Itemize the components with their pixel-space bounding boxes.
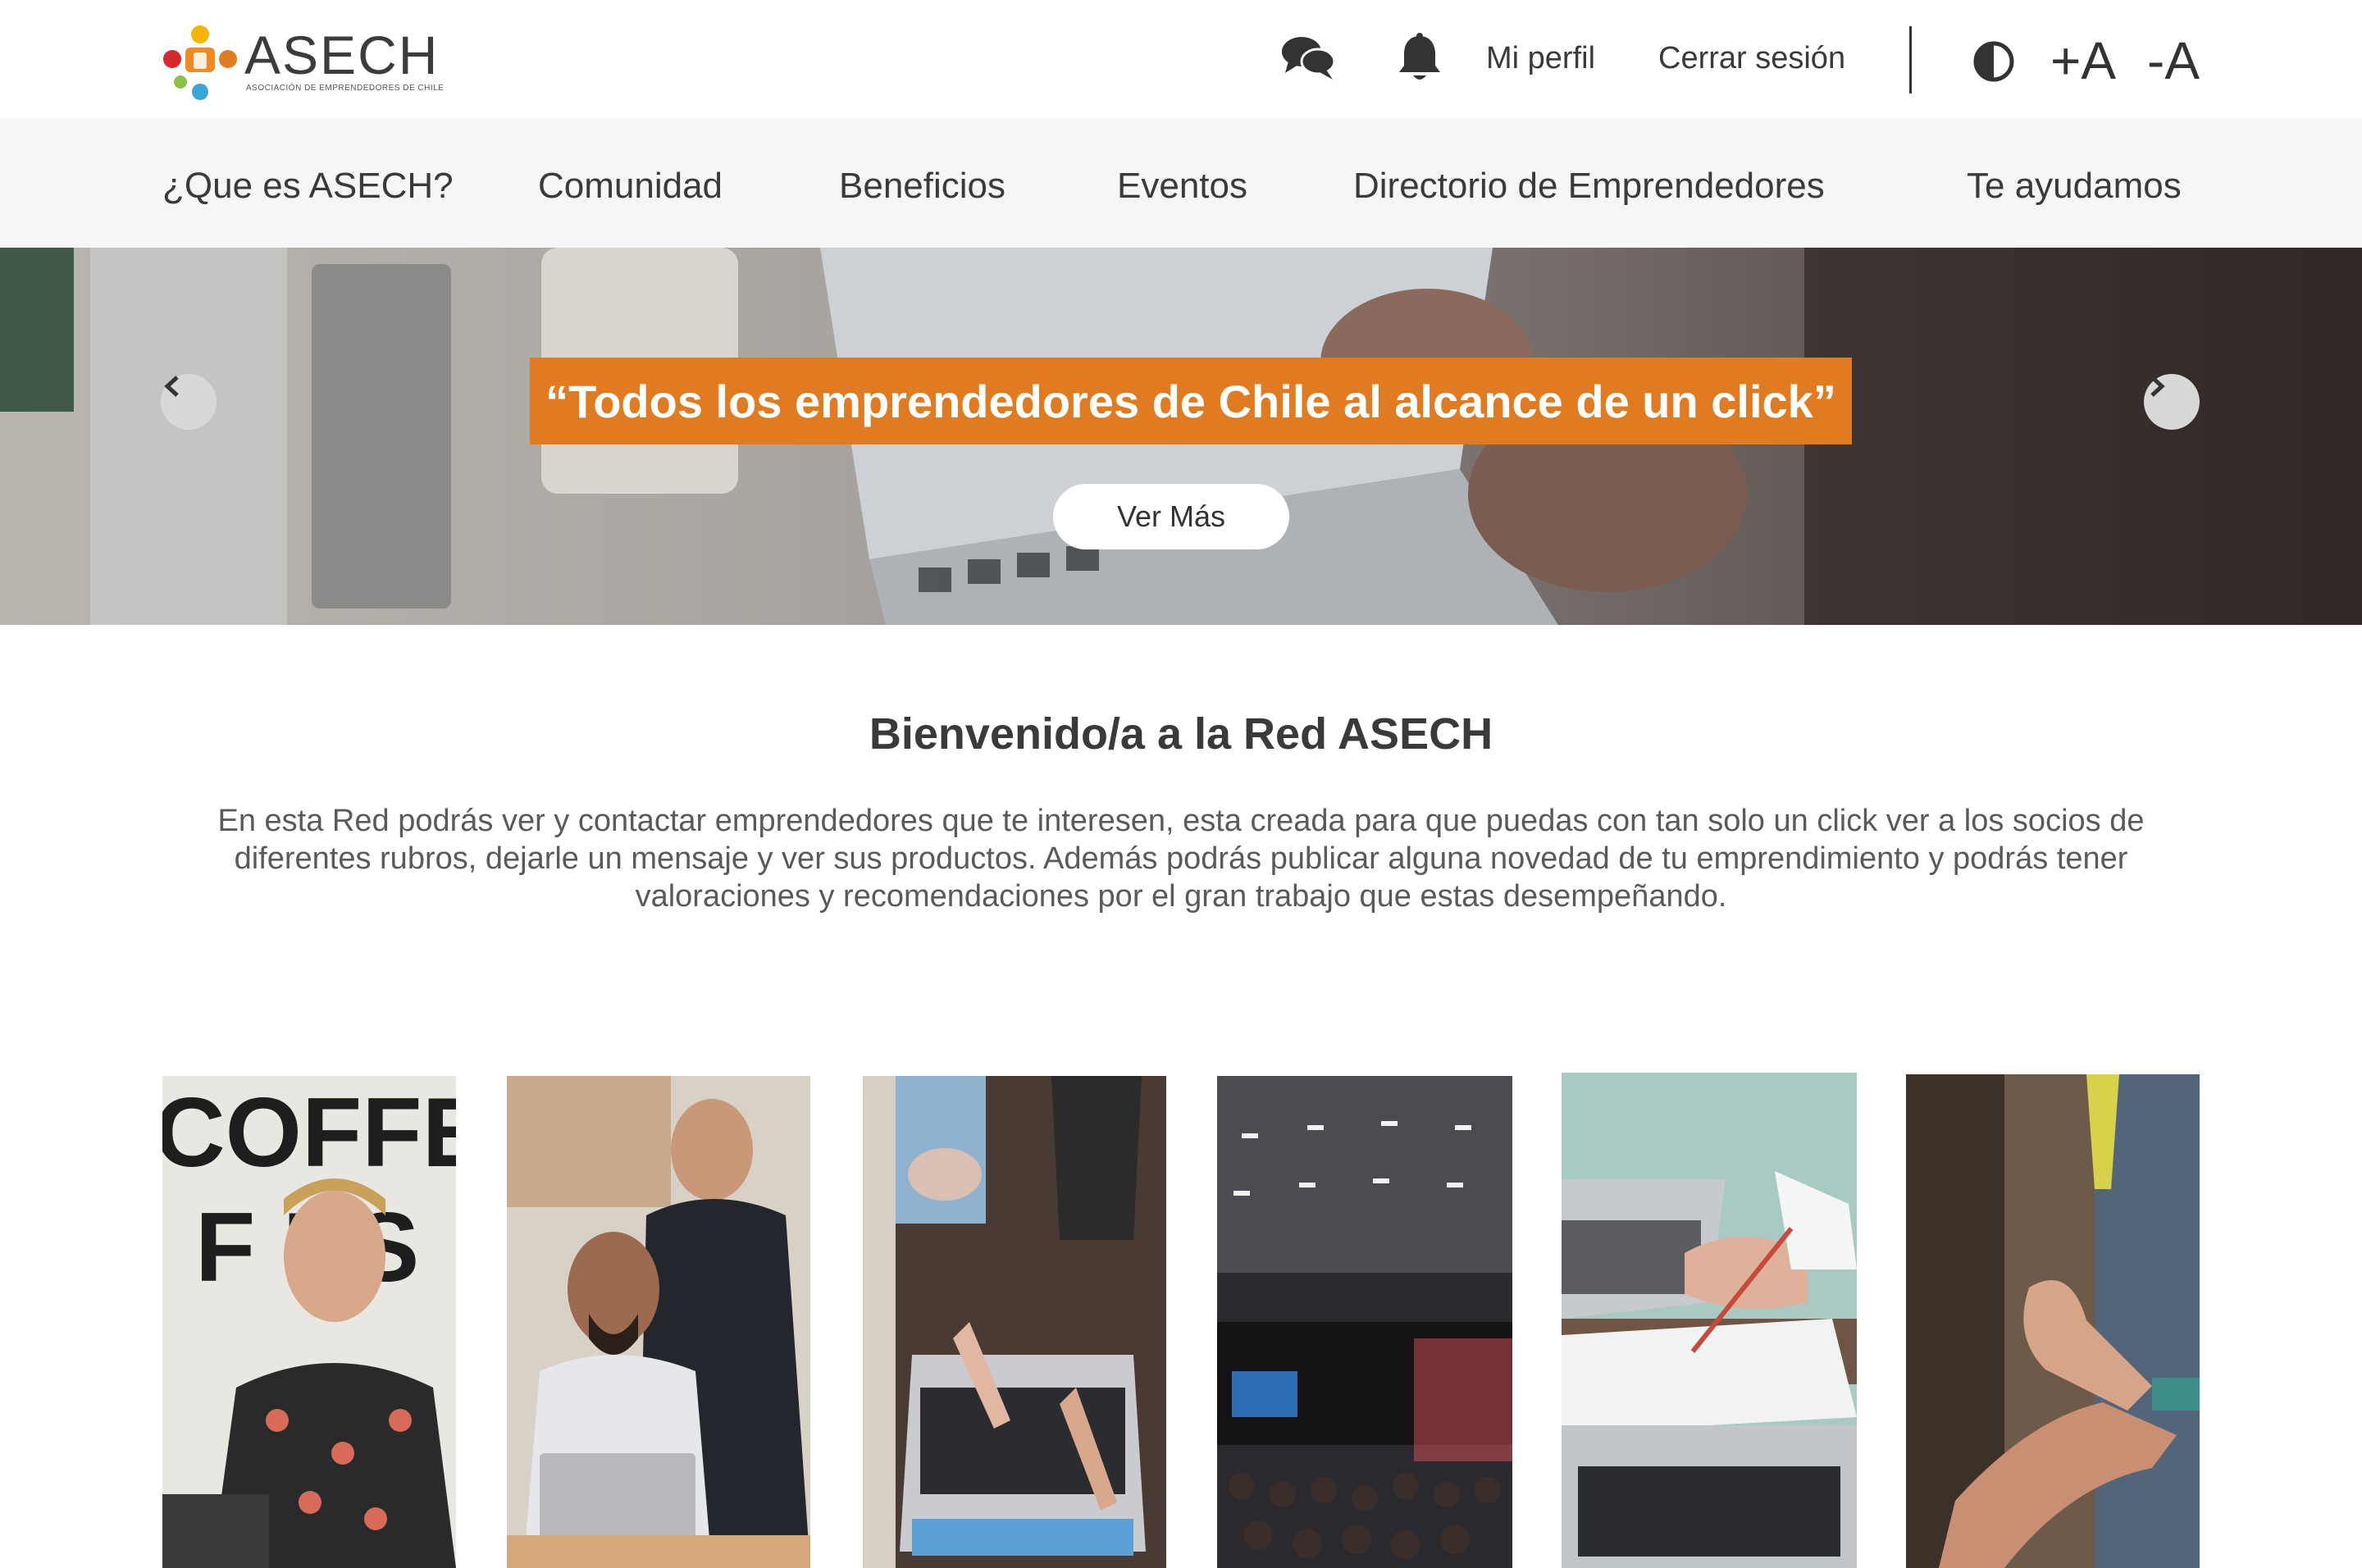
main-nav: ¿Que es ASECH? Comunidad Beneficios Even…	[0, 118, 2362, 248]
font-increase-button[interactable]: +A	[2050, 28, 2116, 93]
bell-icon[interactable]	[1391, 31, 1448, 85]
contrast-icon[interactable]	[1965, 34, 2022, 89]
welcome-text: En esta Red podrás ver y contactar empre…	[217, 804, 2145, 914]
carousel-prev-button[interactable]	[161, 374, 217, 430]
carousel-next-button[interactable]	[2144, 374, 2200, 430]
profile-link[interactable]: Mi perfil	[1486, 41, 1595, 76]
ver-mas-button[interactable]: Ver Más	[1053, 484, 1289, 549]
card-writing-desk[interactable]	[1562, 1073, 1857, 1568]
conference-room-photo	[1217, 1076, 1512, 1568]
logo-subtitle: ASOCIACIÓN DE EMPRENDEDORES DE CHILE	[246, 84, 445, 93]
welcome-title: Bienvenido/a a la Red ASECH	[869, 709, 1493, 759]
nav-item-que-es-asech[interactable]: ¿Que es ASECH?	[162, 166, 454, 207]
hands-laptop-photo	[863, 1076, 1166, 1568]
nav-item-beneficios[interactable]: Beneficios	[839, 166, 1005, 207]
hero-quote: “Todos los emprendedores de Chile al alc…	[530, 358, 1852, 444]
card-conference[interactable]	[1217, 1076, 1512, 1568]
card-handshake[interactable]	[1906, 1074, 2200, 1568]
hero-carousel: “Todos los emprendedores de Chile al alc…	[0, 248, 2362, 625]
chevron-right-icon	[2150, 376, 2165, 397]
chevron-left-icon	[164, 376, 179, 397]
nav-item-directorio[interactable]: Directorio de Emprendedores	[1353, 166, 1825, 207]
two-men-laptop-photo	[507, 1076, 810, 1568]
logo-mark-icon	[163, 25, 237, 100]
card-hands-laptop[interactable]	[863, 1076, 1166, 1568]
card-coffee-shop[interactable]: COFFEE F RS	[162, 1076, 456, 1568]
logo-text: ASECH	[244, 25, 440, 85]
logout-link[interactable]: Cerrar sesión	[1658, 41, 1845, 76]
font-decrease-button[interactable]: -A	[2147, 28, 2200, 93]
coffee-sign-text: COFFEE	[162, 1078, 456, 1187]
asech-logo[interactable]: ASECH ASOCIACIÓN DE EMPRENDEDORES DE CHI…	[161, 23, 444, 102]
nav-item-te-ayudamos[interactable]: Te ayudamos	[1967, 166, 2182, 207]
nav-item-eventos[interactable]: Eventos	[1117, 166, 1247, 207]
coffee-shop-man-phone-photo: COFFEE F RS	[162, 1076, 456, 1568]
chat-icon[interactable]	[1279, 31, 1337, 85]
nav-item-comunidad[interactable]: Comunidad	[538, 166, 723, 207]
header-divider	[1909, 26, 1912, 93]
card-team-laptop[interactable]	[507, 1076, 810, 1568]
handshake-photo	[1906, 1074, 2200, 1568]
writing-desk-laptop-photo	[1562, 1073, 1857, 1568]
top-header: ASECH ASOCIACIÓN DE EMPRENDEDORES DE CHI…	[0, 0, 2362, 118]
